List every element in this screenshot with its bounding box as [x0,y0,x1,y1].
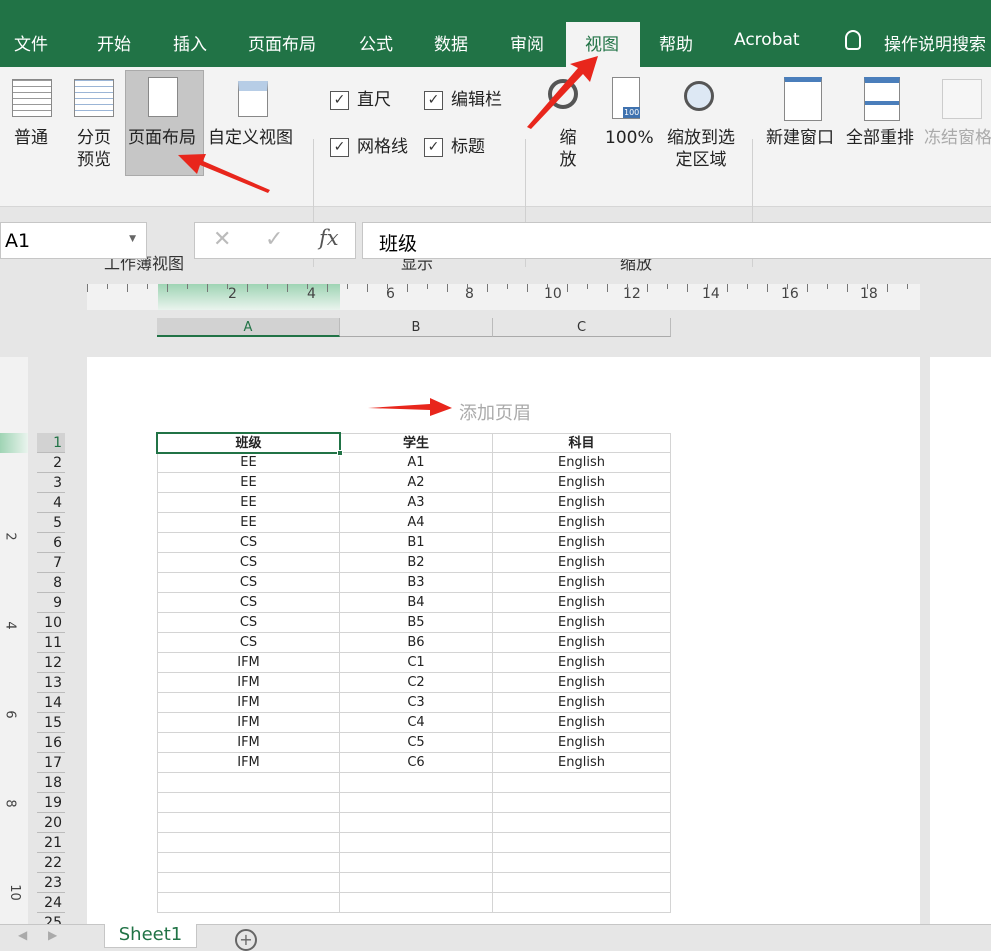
arrow-to-page-layout [178,154,270,193]
annotation-arrows [178,56,598,416]
arrow-to-header [368,398,452,416]
arrow-to-view-tab [527,56,598,129]
